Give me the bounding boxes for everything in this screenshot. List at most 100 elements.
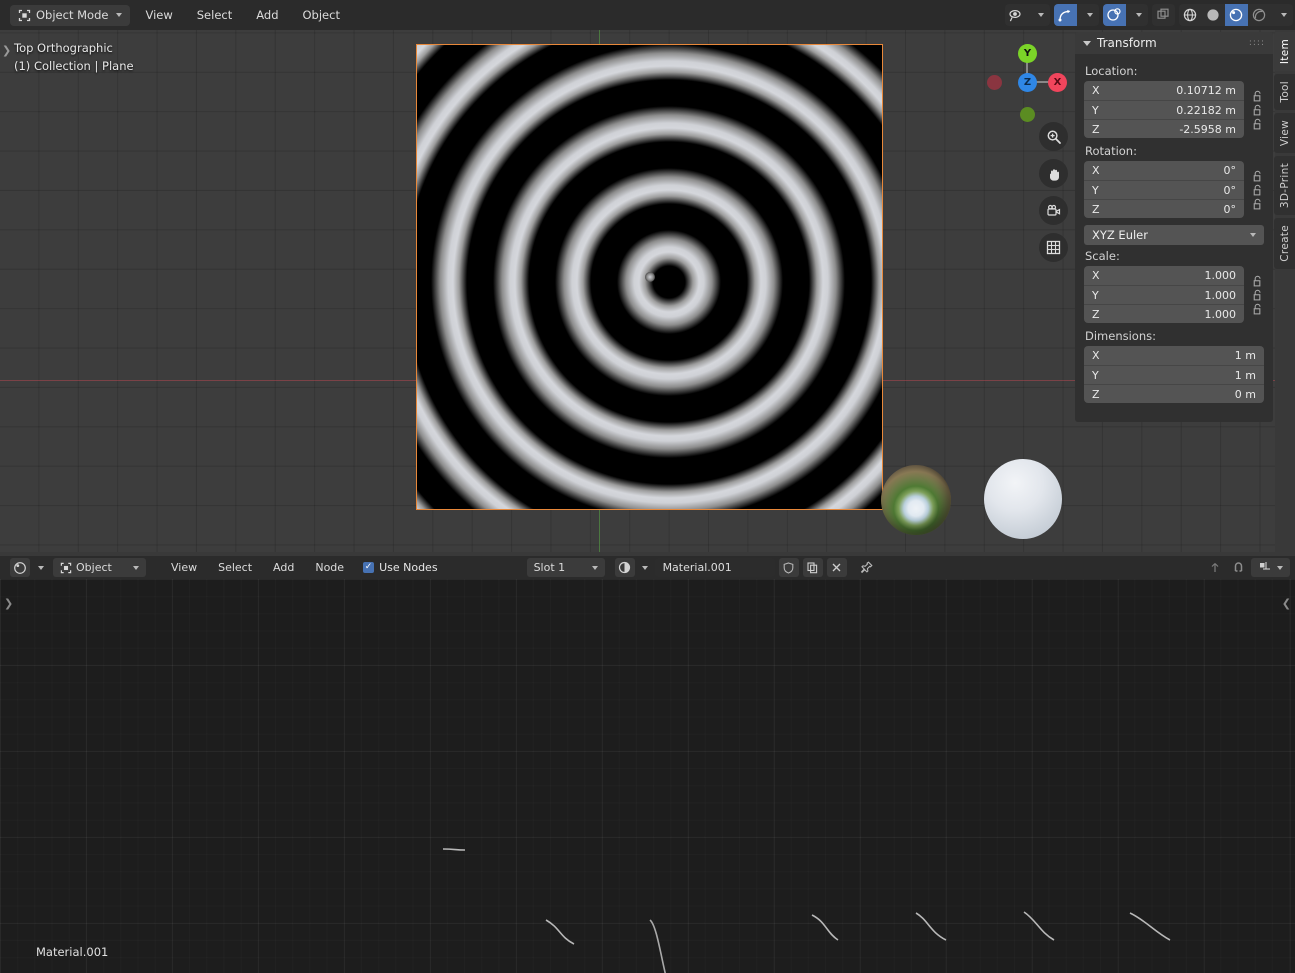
shader-menu-view[interactable]: View bbox=[163, 558, 205, 577]
link-todegrees-to-multiply bbox=[915, 912, 947, 941]
snapping-icon[interactable] bbox=[1228, 558, 1248, 577]
chevron-down-icon[interactable] bbox=[38, 565, 44, 570]
visibility-group[interactable] bbox=[1005, 4, 1050, 26]
navigation-gizmo[interactable]: Y Z X bbox=[985, 40, 1070, 125]
lock-scale-x-icon[interactable] bbox=[1251, 275, 1264, 288]
viewport-menu-select[interactable]: Select bbox=[188, 5, 241, 26]
plane-object[interactable] bbox=[416, 44, 883, 510]
use-nodes-checkbox[interactable] bbox=[363, 562, 375, 573]
scale-rows[interactable]: X 1.000 Y 1.000 Z 1.000 bbox=[1084, 266, 1264, 325]
overlays-icon[interactable] bbox=[1103, 4, 1126, 26]
shader-menu-select[interactable]: Select bbox=[210, 558, 260, 577]
axis-label: Y bbox=[1092, 288, 1099, 302]
viewport-nav-buttons[interactable] bbox=[1039, 122, 1068, 262]
tab-view[interactable]: View bbox=[1274, 112, 1295, 153]
pan-icon[interactable] bbox=[1039, 159, 1068, 188]
material-browse-icon[interactable] bbox=[614, 558, 635, 577]
transform-panel-header[interactable]: Transform :::: bbox=[1075, 32, 1273, 54]
visibility-icon[interactable] bbox=[1005, 4, 1028, 26]
gizmo-axis-y-positive[interactable]: Y bbox=[1018, 44, 1037, 63]
location-y-field[interactable]: Y 0.22182 m bbox=[1084, 100, 1244, 119]
shader-menu-node[interactable]: Node bbox=[307, 558, 352, 577]
shader-menu-add[interactable]: Add bbox=[265, 558, 302, 577]
visibility-dropdown-chevron[interactable] bbox=[1028, 4, 1050, 26]
lock-rotation-x-icon[interactable] bbox=[1251, 170, 1264, 183]
axis-label: X bbox=[1092, 164, 1100, 177]
rendered-shading[interactable] bbox=[1248, 4, 1271, 26]
snap-magnet-dropdown[interactable] bbox=[1251, 558, 1290, 577]
xray-group[interactable] bbox=[1152, 4, 1175, 26]
rotation-mode-dropdown[interactable]: XYZ Euler bbox=[1084, 225, 1264, 245]
tab-tool[interactable]: Tool bbox=[1274, 74, 1295, 110]
use-nodes-toggle[interactable]: Use Nodes bbox=[363, 561, 438, 574]
gizmo-axis-y-negative[interactable] bbox=[1020, 107, 1035, 122]
scale-x-field[interactable]: X 1.000 bbox=[1084, 266, 1244, 285]
lock-rotation-y-icon[interactable] bbox=[1251, 184, 1264, 197]
dimensions-x-field[interactable]: X 1 m bbox=[1084, 346, 1264, 365]
gizmo-icon[interactable] bbox=[1054, 4, 1077, 26]
node-sidebar-toggle-right[interactable]: ❮ bbox=[1282, 597, 1291, 610]
unlink-icon[interactable] bbox=[826, 558, 847, 577]
fake-user-icon[interactable] bbox=[778, 558, 799, 577]
viewport-menu-object[interactable]: Object bbox=[294, 5, 349, 26]
lock-scale-y-icon[interactable] bbox=[1251, 289, 1264, 302]
scale-y-field[interactable]: Y 1.000 bbox=[1084, 285, 1244, 304]
zoom-icon[interactable] bbox=[1039, 122, 1068, 151]
npanel-tabs[interactable]: Item Tool View 3D-Print Create bbox=[1274, 32, 1295, 269]
wireframe-shading[interactable] bbox=[1179, 4, 1202, 26]
chevron-down-icon bbox=[116, 13, 123, 17]
lock-location-x-icon[interactable] bbox=[1251, 90, 1264, 103]
viewport-sidebar-toggle[interactable]: ❯ bbox=[2, 44, 11, 57]
node-sidebar-toggle-left[interactable]: ❯ bbox=[4, 597, 13, 610]
location-row-x[interactable]: X 0.10712 m Y 0.22182 m Z -2.5958 m bbox=[1084, 81, 1264, 140]
shading-dropdown-chevron[interactable] bbox=[1271, 4, 1293, 26]
rotation-x-field[interactable]: X 0° bbox=[1084, 161, 1244, 180]
xray-icon[interactable] bbox=[1152, 4, 1175, 26]
snap-parent-icon[interactable] bbox=[1205, 558, 1225, 577]
shader-editor: Object View Select Add Node Use Nodes Sl… bbox=[0, 556, 1295, 973]
object-mode-dropdown[interactable]: Object Mode bbox=[10, 4, 131, 26]
solid-shading[interactable] bbox=[1202, 4, 1225, 26]
overlays-group[interactable] bbox=[1103, 4, 1148, 26]
dimensions-y-field[interactable]: Y 1 m bbox=[1084, 365, 1264, 384]
dimensions-z-field[interactable]: Z 0 m bbox=[1084, 384, 1264, 403]
dimensions-rows[interactable]: X 1 m Y 1 m Z 0 m bbox=[1084, 346, 1264, 403]
viewport-menu-view[interactable]: View bbox=[136, 5, 181, 26]
material-slot-dropdown[interactable]: Slot 1 bbox=[526, 558, 605, 577]
axis-value: 0 m bbox=[1234, 387, 1256, 401]
lock-rotation-z-icon[interactable] bbox=[1251, 198, 1264, 211]
tab-item[interactable]: Item bbox=[1274, 32, 1295, 72]
gizmo-axis-x-negative[interactable] bbox=[987, 75, 1002, 90]
shading-editor-icon[interactable] bbox=[10, 558, 30, 577]
shading-mode-group[interactable] bbox=[1179, 4, 1293, 26]
material-preview-shading[interactable] bbox=[1225, 4, 1248, 26]
axis-value: 1 m bbox=[1234, 349, 1256, 362]
panel-drag-handle[interactable]: :::: bbox=[1249, 38, 1265, 48]
shader-type-dropdown[interactable]: Object bbox=[53, 558, 146, 577]
gizmo-group[interactable] bbox=[1054, 4, 1099, 26]
node-canvas[interactable]: ❯ ❮ Material.001 Texture C bbox=[0, 579, 1295, 973]
scale-z-field[interactable]: Z 1.000 bbox=[1084, 304, 1244, 323]
gizmo-axis-x-positive[interactable]: X bbox=[1048, 73, 1067, 92]
chevron-down-icon[interactable] bbox=[641, 565, 648, 570]
location-x-field[interactable]: X 0.10712 m bbox=[1084, 81, 1244, 100]
ortho-grid-icon[interactable] bbox=[1039, 233, 1068, 262]
gizmo-dropdown-chevron[interactable] bbox=[1077, 4, 1099, 26]
location-z-field[interactable]: Z -2.5958 m bbox=[1084, 119, 1244, 138]
pin-icon[interactable] bbox=[857, 558, 877, 577]
lock-scale-z-icon[interactable] bbox=[1251, 303, 1264, 316]
rotation-z-field[interactable]: Z 0° bbox=[1084, 199, 1244, 218]
overlays-dropdown-chevron[interactable] bbox=[1126, 4, 1148, 26]
lock-location-z-icon[interactable] bbox=[1251, 118, 1264, 131]
tab-3d-print[interactable]: 3D-Print bbox=[1274, 155, 1295, 215]
duplicate-icon[interactable] bbox=[802, 558, 823, 577]
rotation-rows[interactable]: X 0° Y 0° Z 0° bbox=[1084, 161, 1264, 220]
link-colorramp-to-todegrees bbox=[811, 914, 839, 941]
rotation-y-field[interactable]: Y 0° bbox=[1084, 180, 1244, 199]
gizmo-axis-z-positive[interactable]: Z bbox=[1018, 73, 1037, 92]
camera-icon[interactable] bbox=[1039, 196, 1068, 225]
lock-location-y-icon[interactable] bbox=[1251, 104, 1264, 117]
tab-create[interactable]: Create bbox=[1274, 217, 1295, 269]
viewport-menu-add[interactable]: Add bbox=[247, 5, 287, 26]
material-name-field[interactable]: Material.001 bbox=[654, 558, 775, 577]
